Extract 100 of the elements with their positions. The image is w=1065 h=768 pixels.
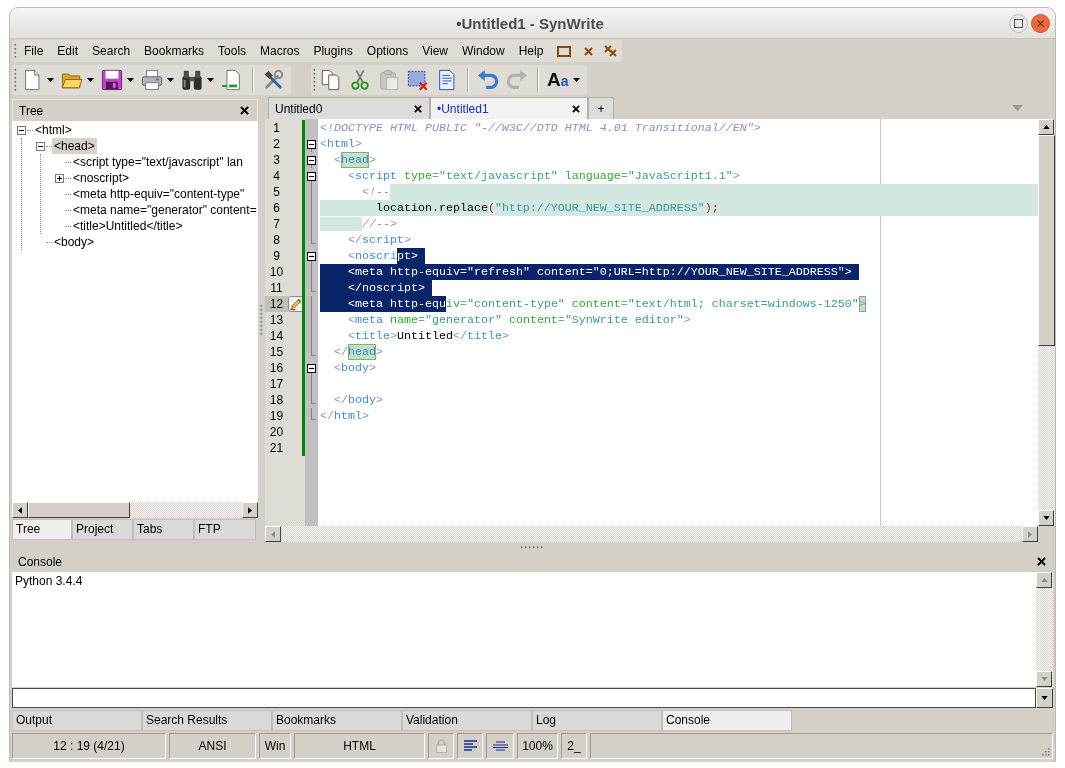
scroll-up-button[interactable] [1038, 119, 1054, 135]
editor-tab[interactable]: •Untitled1 [430, 97, 588, 119]
close-icon[interactable] [414, 104, 422, 113]
text-document-icon[interactable] [436, 68, 458, 91]
double-cross-icon[interactable] [604, 45, 618, 57]
caret-icon[interactable] [207, 77, 214, 82]
grip-icon[interactable] [313, 67, 316, 92]
undo-icon[interactable] [477, 68, 499, 91]
menu-item[interactable]: Window [454, 41, 512, 61]
panel-tab[interactable]: Tabs [133, 519, 194, 540]
scrollbar-thumb[interactable] [28, 502, 130, 518]
caret-icon[interactable] [572, 77, 580, 82]
panel-tab[interactable]: Log [532, 710, 662, 731]
dropdown-button[interactable] [1036, 688, 1053, 708]
new-tab-button[interactable]: + [588, 97, 614, 119]
tree-item[interactable]: <script type="text/javascript" lan [71, 154, 245, 170]
scroll-left-button[interactable] [265, 526, 281, 542]
menu-item[interactable]: Bookmarks [137, 41, 212, 61]
vertical-scrollbar[interactable] [1038, 119, 1055, 526]
document-arrow-icon[interactable] [221, 68, 243, 91]
collapse-icon[interactable] [307, 251, 316, 261]
collapse-icon[interactable] [307, 139, 316, 149]
zoom-label: 100% [517, 733, 558, 759]
tree-item[interactable]: <body> [52, 234, 97, 250]
scroll-left-button[interactable] [12, 502, 28, 518]
tree-item[interactable]: <meta name="generator" content= [71, 202, 258, 218]
tree-item[interactable]: <noscript> [71, 170, 132, 186]
panel-tab[interactable]: Bookmarks [272, 710, 402, 731]
collapse-icon[interactable] [307, 363, 316, 373]
font-button[interactable]: Aa [547, 68, 569, 91]
documents-icon[interactable] [320, 68, 342, 91]
code-editor[interactable] [265, 119, 1038, 526]
text-lines-icon[interactable] [492, 741, 508, 751]
close-icon[interactable] [572, 104, 580, 113]
code-line: <head> [333, 152, 376, 168]
command-input[interactable] [12, 688, 1036, 708]
grip-icon[interactable] [14, 43, 17, 59]
collapse-icon[interactable] [17, 125, 26, 135]
grip-icon[interactable] [260, 304, 263, 336]
menu-item[interactable]: Plugins [306, 41, 360, 61]
menu-item[interactable]: Tools [211, 41, 254, 61]
panel-tab[interactable]: Search Results [142, 710, 272, 731]
tree-item[interactable]: <meta http-equiv="content-type" [71, 186, 247, 202]
caret-icon[interactable] [47, 77, 54, 82]
scroll-right-button[interactable] [1022, 526, 1038, 542]
close-icon[interactable] [1037, 557, 1046, 566]
expand-icon[interactable] [55, 173, 64, 183]
editor-tab[interactable]: Untitled0 [268, 97, 430, 119]
panel-tab[interactable]: Output [12, 710, 142, 731]
scissors-icon[interactable] [349, 68, 371, 91]
menu-item[interactable]: Help [511, 41, 551, 61]
grip-icon[interactable] [14, 67, 17, 92]
tree-item[interactable]: <head> [52, 138, 97, 154]
scrollbar-thumb[interactable] [1038, 135, 1055, 346]
collapse-icon[interactable] [307, 171, 316, 181]
code-line: <meta name="generator" content="SynWrite editor"> [346, 312, 691, 328]
line-number: 11 [269, 280, 284, 296]
code-line: <meta http-equiv="refresh" content="0;URL=http://YOUR_NEW_SITE_ADDRESS"> [320, 264, 859, 280]
line-number: 12 [265, 296, 288, 312]
menu-item[interactable]: Options [359, 41, 416, 61]
menu-item[interactable]: File [17, 41, 51, 61]
printer-icon[interactable] [141, 68, 163, 91]
menu-item[interactable]: Search [85, 41, 138, 61]
grip-icon[interactable] [519, 546, 546, 549]
collapse-icon[interactable] [307, 155, 316, 165]
panel-tab[interactable]: Project [72, 519, 133, 540]
panel-tab[interactable]: Console [662, 710, 792, 731]
scroll-up-button[interactable] [1036, 572, 1052, 588]
hammer-wrench-icon[interactable] [262, 68, 284, 91]
syntax-label: HTML [294, 733, 425, 759]
menu-item[interactable]: View [415, 41, 455, 61]
menu-item[interactable]: Macros [253, 41, 307, 61]
scroll-down-button[interactable] [1036, 671, 1052, 687]
dashed-box-cross-icon[interactable] [407, 68, 429, 91]
tree-item[interactable]: <html> [33, 122, 74, 138]
caret-icon[interactable] [127, 77, 134, 82]
resize-grip-icon[interactable] [1040, 746, 1050, 756]
horizontal-scrollbar[interactable] [12, 502, 258, 518]
align-left-icon[interactable] [463, 740, 477, 752]
maximize-icon[interactable] [1009, 13, 1028, 33]
panel-tab[interactable]: Tree [12, 519, 72, 540]
line-number: 8 [272, 232, 281, 248]
horizontal-scrollbar[interactable] [265, 526, 1038, 542]
code-line: <html> [320, 136, 362, 152]
close-icon[interactable] [240, 106, 249, 115]
collapse-icon[interactable] [36, 141, 45, 151]
caret-icon[interactable] [167, 77, 174, 82]
rectangle-icon[interactable] [557, 45, 572, 57]
panel-tab[interactable]: FTP [194, 519, 256, 540]
line-number: 14 [268, 328, 285, 344]
scroll-right-button[interactable] [242, 502, 258, 518]
tree-item[interactable]: <title>Untitled</title> [71, 218, 185, 234]
caret-icon[interactable] [87, 77, 94, 82]
menu-item[interactable]: Edit [50, 41, 86, 61]
line-number: 4 [272, 168, 281, 184]
vertical-scrollbar[interactable] [1036, 572, 1053, 687]
panel-tab[interactable]: Validation [402, 710, 532, 731]
close-icon[interactable] [1031, 13, 1050, 33]
scroll-down-button[interactable] [1038, 510, 1054, 526]
binoculars-icon[interactable] [181, 68, 203, 91]
